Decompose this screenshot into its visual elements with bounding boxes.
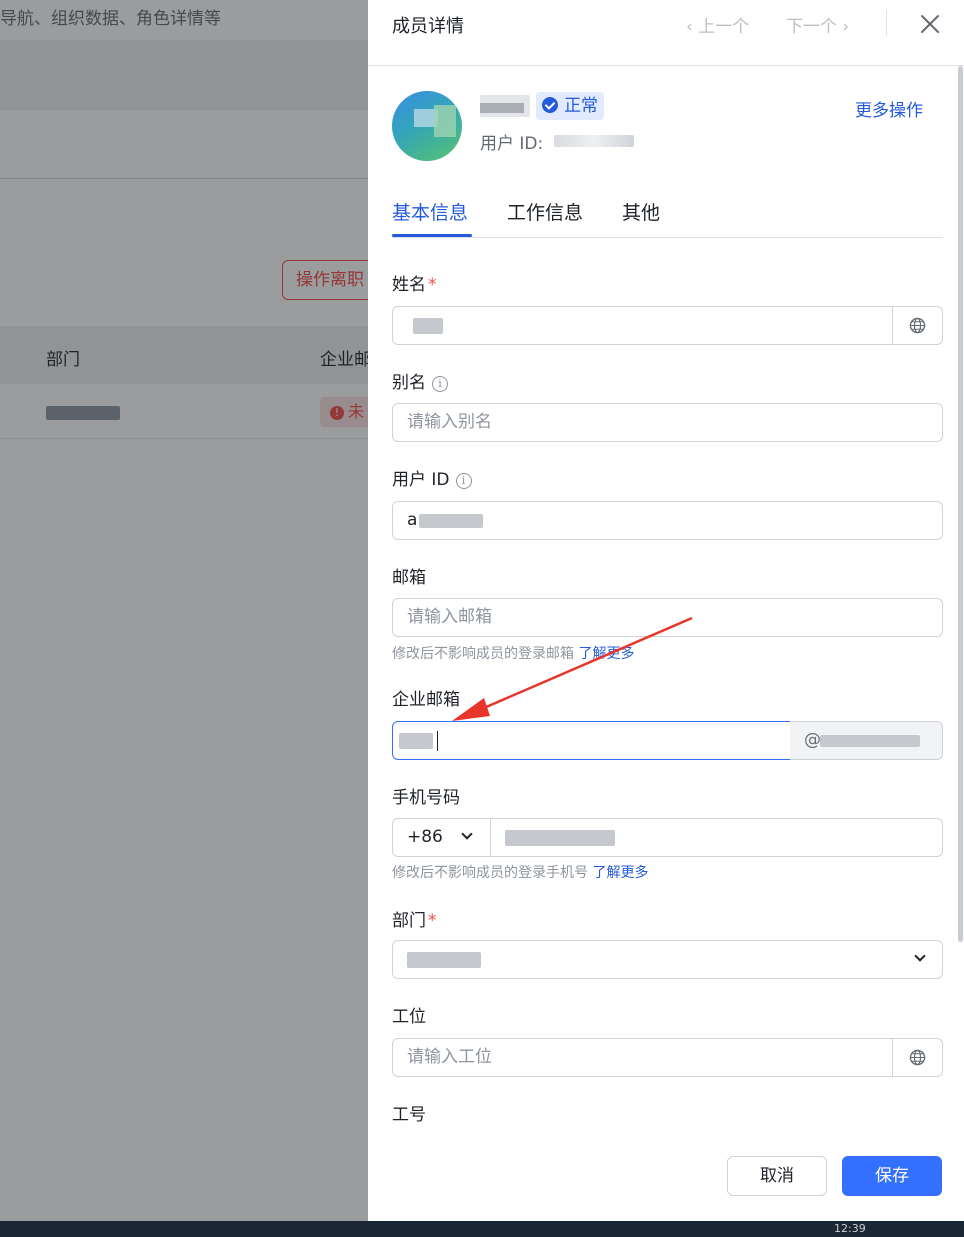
- avatar: [392, 91, 462, 161]
- prev-label: 上一个: [698, 17, 750, 37]
- prev-button[interactable]: ‹ 上一个: [686, 12, 749, 37]
- user-id-label-text: 用户 ID: [392, 470, 450, 490]
- department-label: 部门 *: [392, 906, 437, 931]
- name-label-text: 姓名: [392, 275, 426, 295]
- email-input[interactable]: 请输入邮箱: [392, 598, 943, 637]
- info-icon[interactable]: i: [455, 473, 472, 489]
- redaction-bar: [480, 103, 524, 113]
- globe-icon: [909, 1049, 926, 1066]
- country-code-select[interactable]: +86: [393, 819, 491, 856]
- email-hint: 修改后不影响成员的登录邮箱 了解更多: [392, 643, 634, 663]
- learn-more-link[interactable]: 了解更多: [592, 865, 648, 881]
- name-label: 姓名 *: [392, 270, 437, 295]
- email-placeholder: 请输入邮箱: [407, 607, 492, 627]
- name-input[interactable]: [392, 306, 943, 345]
- active-tab-indicator: [392, 234, 472, 237]
- tab-work-info[interactable]: 工作信息: [507, 198, 583, 225]
- mobile-hint: 修改后不影响成员的登录手机号 了解更多: [392, 862, 648, 882]
- tab-other[interactable]: 其他: [622, 198, 660, 225]
- info-icon[interactable]: i: [432, 376, 448, 392]
- next-label: 下一个: [786, 17, 837, 37]
- profile-user-id-label: 用户 ID:: [480, 134, 544, 154]
- avatar-redacted: [434, 105, 456, 137]
- country-code: +86: [407, 827, 443, 847]
- mobile-input[interactable]: +86: [392, 818, 943, 857]
- learn-more-link[interactable]: 了解更多: [578, 646, 634, 662]
- required-mark: *: [428, 275, 437, 295]
- more-actions-link[interactable]: 更多操作: [855, 96, 923, 121]
- user-id-input[interactable]: a: [392, 501, 943, 540]
- mobile-label: 手机号码: [392, 788, 460, 808]
- save-button[interactable]: 保存: [842, 1156, 942, 1196]
- verified-check-icon: [542, 97, 558, 113]
- enterprise-email-label: 企业邮箱: [392, 690, 460, 710]
- name-i18n-button[interactable]: [892, 307, 942, 344]
- required-mark: *: [428, 911, 437, 931]
- chevron-down-icon: [914, 950, 926, 962]
- taskbar-clock: 12:39: [834, 1222, 866, 1235]
- email-hint-text: 修改后不影响成员的登录邮箱: [392, 646, 574, 662]
- tab-basic-info[interactable]: 基本信息: [392, 198, 468, 225]
- profile-name-redacted: [480, 95, 530, 117]
- alias-label-text: 别名: [392, 373, 426, 393]
- drawer-title: 成员详情: [392, 16, 464, 37]
- header-divider: [886, 10, 887, 36]
- close-icon[interactable]: [918, 12, 942, 36]
- chevron-left-icon: ‹: [686, 17, 699, 37]
- next-button[interactable]: 下一个 ›: [786, 12, 849, 37]
- modal-mask[interactable]: [0, 0, 368, 1221]
- chevron-down-icon: [461, 828, 473, 840]
- enterprise-email-redacted: [399, 733, 433, 749]
- department-label-text: 部门: [392, 911, 426, 931]
- email-label: 邮箱: [392, 568, 426, 588]
- status-badge: 正常: [536, 92, 604, 120]
- workstation-i18n-button[interactable]: [892, 1039, 942, 1076]
- chevron-right-icon: ›: [837, 17, 850, 37]
- text-caret: [437, 731, 438, 751]
- domain-redacted: [820, 735, 920, 747]
- workstation-input[interactable]: 请输入工位: [392, 1038, 943, 1077]
- alias-placeholder: 请输入别名: [407, 412, 492, 432]
- enterprise-email-input[interactable]: [392, 721, 791, 760]
- os-taskbar: [0, 1221, 964, 1237]
- name-value-redacted: [413, 318, 443, 334]
- domain-at-sign: @: [804, 730, 821, 750]
- scrollbar[interactable]: [958, 66, 963, 942]
- alias-label: 别名 i: [392, 368, 448, 393]
- cancel-button[interactable]: 取消: [727, 1156, 827, 1196]
- mobile-redacted: [505, 830, 615, 846]
- drawer-header: 成员详情 ‹ 上一个 下一个 ›: [368, 0, 964, 66]
- user-id-label: 用户 ID i: [392, 465, 472, 490]
- workstation-placeholder: 请输入工位: [407, 1047, 492, 1067]
- profile-user-id-redacted: [554, 135, 634, 147]
- workstation-label: 工位: [392, 1007, 426, 1027]
- enterprise-email-domain: @: [790, 721, 943, 760]
- user-id-value: a: [407, 510, 418, 530]
- alias-input[interactable]: 请输入别名: [392, 403, 943, 442]
- globe-icon: [909, 317, 926, 334]
- status-text: 正常: [564, 96, 598, 116]
- user-id-redacted: [419, 514, 483, 528]
- mobile-hint-text: 修改后不影响成员的登录手机号: [392, 865, 588, 881]
- department-redacted: [407, 952, 481, 968]
- tab-bar: 基本信息 工作信息 其他: [392, 190, 943, 238]
- member-detail-drawer: 成员详情 ‹ 上一个 下一个 › 正常 用户 ID: 更多操作 基本信息 工作信…: [368, 0, 964, 1221]
- department-select[interactable]: [392, 940, 943, 979]
- employee-no-label: 工号: [392, 1105, 426, 1125]
